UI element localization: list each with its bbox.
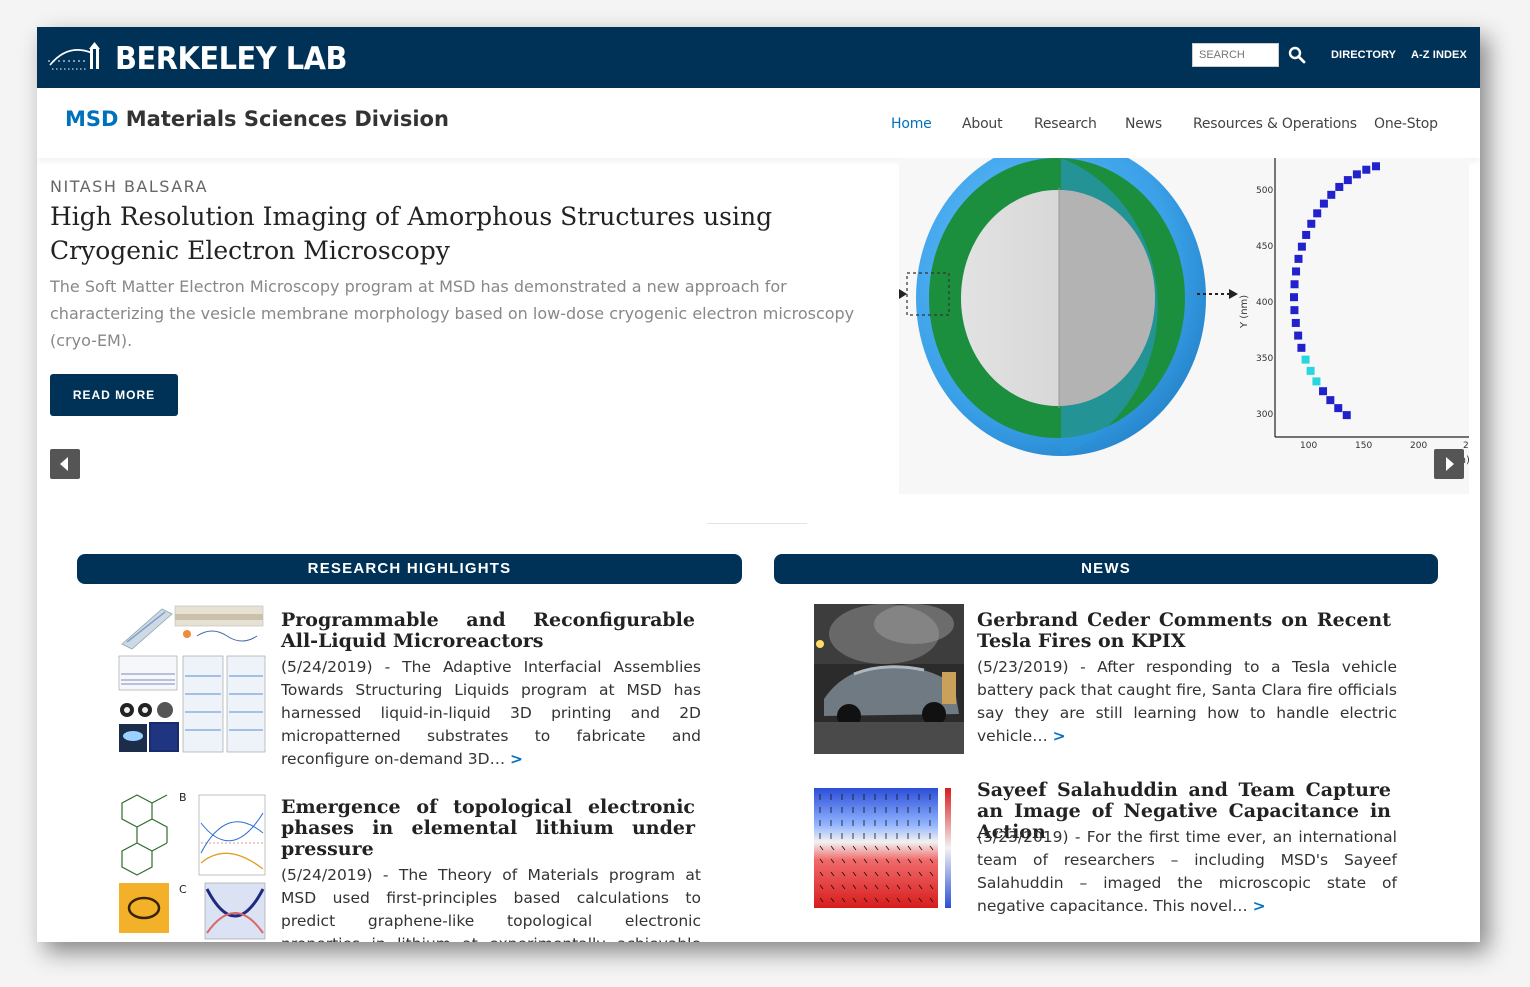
scatter-point [1297,343,1306,352]
scatter-point [1294,254,1303,263]
highlight-summary: (5/24/2019) - The Theory of Materials pr… [281,866,701,942]
y-tick-label: 350 [1256,354,1273,364]
read-more-link[interactable]: > [1253,897,1266,915]
scatter-point [1362,165,1371,174]
chevron-left-icon [60,457,68,471]
microreactor-figure [117,604,267,754]
nav-research[interactable]: Research [1034,116,1097,132]
search-icon[interactable] [1288,46,1306,64]
y-tick-label: 500 [1256,186,1273,196]
division-title[interactable]: MSD Materials Sciences Division [65,107,449,131]
hero-title: High Resolution Imaging of Amorphous Str… [50,202,773,265]
scatter-point [1291,318,1300,327]
read-more-link[interactable]: > [510,750,523,768]
division-nav-bar: MSD Materials Sciences Division Home Abo… [37,88,1480,158]
highlight-thumbnail-microreactors[interactable] [117,604,267,754]
hero-description: The Soft Matter Electron Microscopy prog… [50,277,855,350]
news-body-negative-capacitance: (5/23/2019) - For the first time ever, a… [977,826,1397,918]
scatter-point [1319,387,1328,396]
scatter-point [1327,190,1336,199]
nav-about[interactable]: About [962,116,1003,132]
highlight-title-microreactors[interactable]: Programmable and Reconfigurable All-Liqu… [281,610,695,652]
news-body-tesla: (5/23/2019) - After responding to a Tesl… [977,656,1397,748]
az-index-link[interactable]: A-Z INDEX [1411,49,1467,61]
scatter-point [1301,355,1310,364]
division-abbr: MSD [65,107,119,131]
nav-news[interactable]: News [1125,116,1162,132]
lab-name[interactable]: BERKELEY LAB [115,39,347,79]
y-tick-label: 400 [1256,298,1273,308]
vesicle-diagram: 500 450 400 350 300 100 150 200 2 X (nm)… [899,158,1469,466]
division-name: Materials Sciences Division [125,107,449,131]
y-tick-label: 450 [1256,242,1273,252]
scatter-point [1297,242,1306,251]
panel-label-b: B [179,793,187,804]
read-more-link[interactable]: > [1053,727,1066,745]
news-heading: NEWS [774,554,1438,584]
capacitance-map [814,774,964,924]
directory-link[interactable]: DIRECTORY [1331,49,1396,61]
scatter-point [1342,411,1351,420]
scatter-point [1312,377,1321,386]
tesla-fire-photo [814,604,964,754]
scatter-point [1290,280,1299,289]
scatter-point [1306,366,1315,375]
scatter-point [1335,182,1344,191]
highlight-thumbnail-lithium[interactable]: B C D [117,793,267,942]
lithium-figure: B C D [117,793,267,942]
news-thumbnail-tesla-fire[interactable] [814,604,964,754]
scatter-point [1343,176,1352,185]
nav-home[interactable]: Home [891,116,932,132]
x-tick-label: 200 [1410,441,1427,451]
search-input[interactable] [1192,43,1279,67]
nav-one-stop[interactable]: One-Stop [1374,116,1438,132]
highlight-title-lithium[interactable]: Emergence of topological electronic phas… [281,797,695,860]
panel-label-c: C [179,883,187,896]
scatter-point [1290,293,1299,302]
scatter-points [1290,162,1381,420]
news-summary: (5/23/2019) - After responding to a Tesl… [977,658,1397,745]
scatter-point [1319,199,1328,208]
y-axis-label: Y (nm) [1239,295,1250,329]
nav-resources-operations[interactable]: Resources & Operations [1193,116,1357,132]
scatter-point [1307,219,1316,228]
x-tick-label: 150 [1355,441,1372,451]
previous-slide-button[interactable] [50,449,80,479]
scatter-point [1290,306,1299,315]
news-thumbnail-negative-capacitance[interactable] [814,774,964,924]
hero-figure-vesicle: 500 450 400 350 300 100 150 200 2 X (nm)… [899,158,1469,494]
news-title-tesla[interactable]: Gerbrand Ceder Comments on Recent Tesla … [977,610,1391,652]
y-tick-label: 300 [1256,410,1273,420]
section-divider [707,523,807,524]
highlight-summary: (5/24/2019) - The Adaptive Interfacial A… [281,658,701,768]
scatter-point [1313,209,1322,218]
highlight-body-lithium: (5/24/2019) - The Theory of Materials pr… [281,864,701,942]
scatter-point [1294,331,1303,340]
news-summary: (5/23/2019) - For the first time ever, a… [977,828,1397,915]
research-highlights-heading: RESEARCH HIGHLIGHTS [77,554,742,584]
scatter-point [1352,170,1361,179]
scatter-point [1292,267,1301,276]
scatter-point [1334,404,1343,413]
browser-page: BERKELEY LAB DIRECTORY A-Z INDEX MSD Mat… [37,27,1480,942]
hero-kicker: NITASH BALSARA [50,177,209,196]
top-bar: BERKELEY LAB DIRECTORY A-Z INDEX [37,27,1480,88]
scatter-point [1326,396,1335,405]
read-more-button[interactable]: READ MORE [50,374,178,416]
x-tick-label: 100 [1300,441,1317,451]
scatter-point [1372,162,1381,171]
chevron-right-icon [1446,457,1454,471]
next-slide-button[interactable] [1434,449,1464,479]
berkeley-lab-logo-icon[interactable] [46,39,102,75]
scatter-point [1302,230,1311,239]
highlight-body-microreactors: (5/24/2019) - The Adaptive Interfacial A… [281,656,701,771]
